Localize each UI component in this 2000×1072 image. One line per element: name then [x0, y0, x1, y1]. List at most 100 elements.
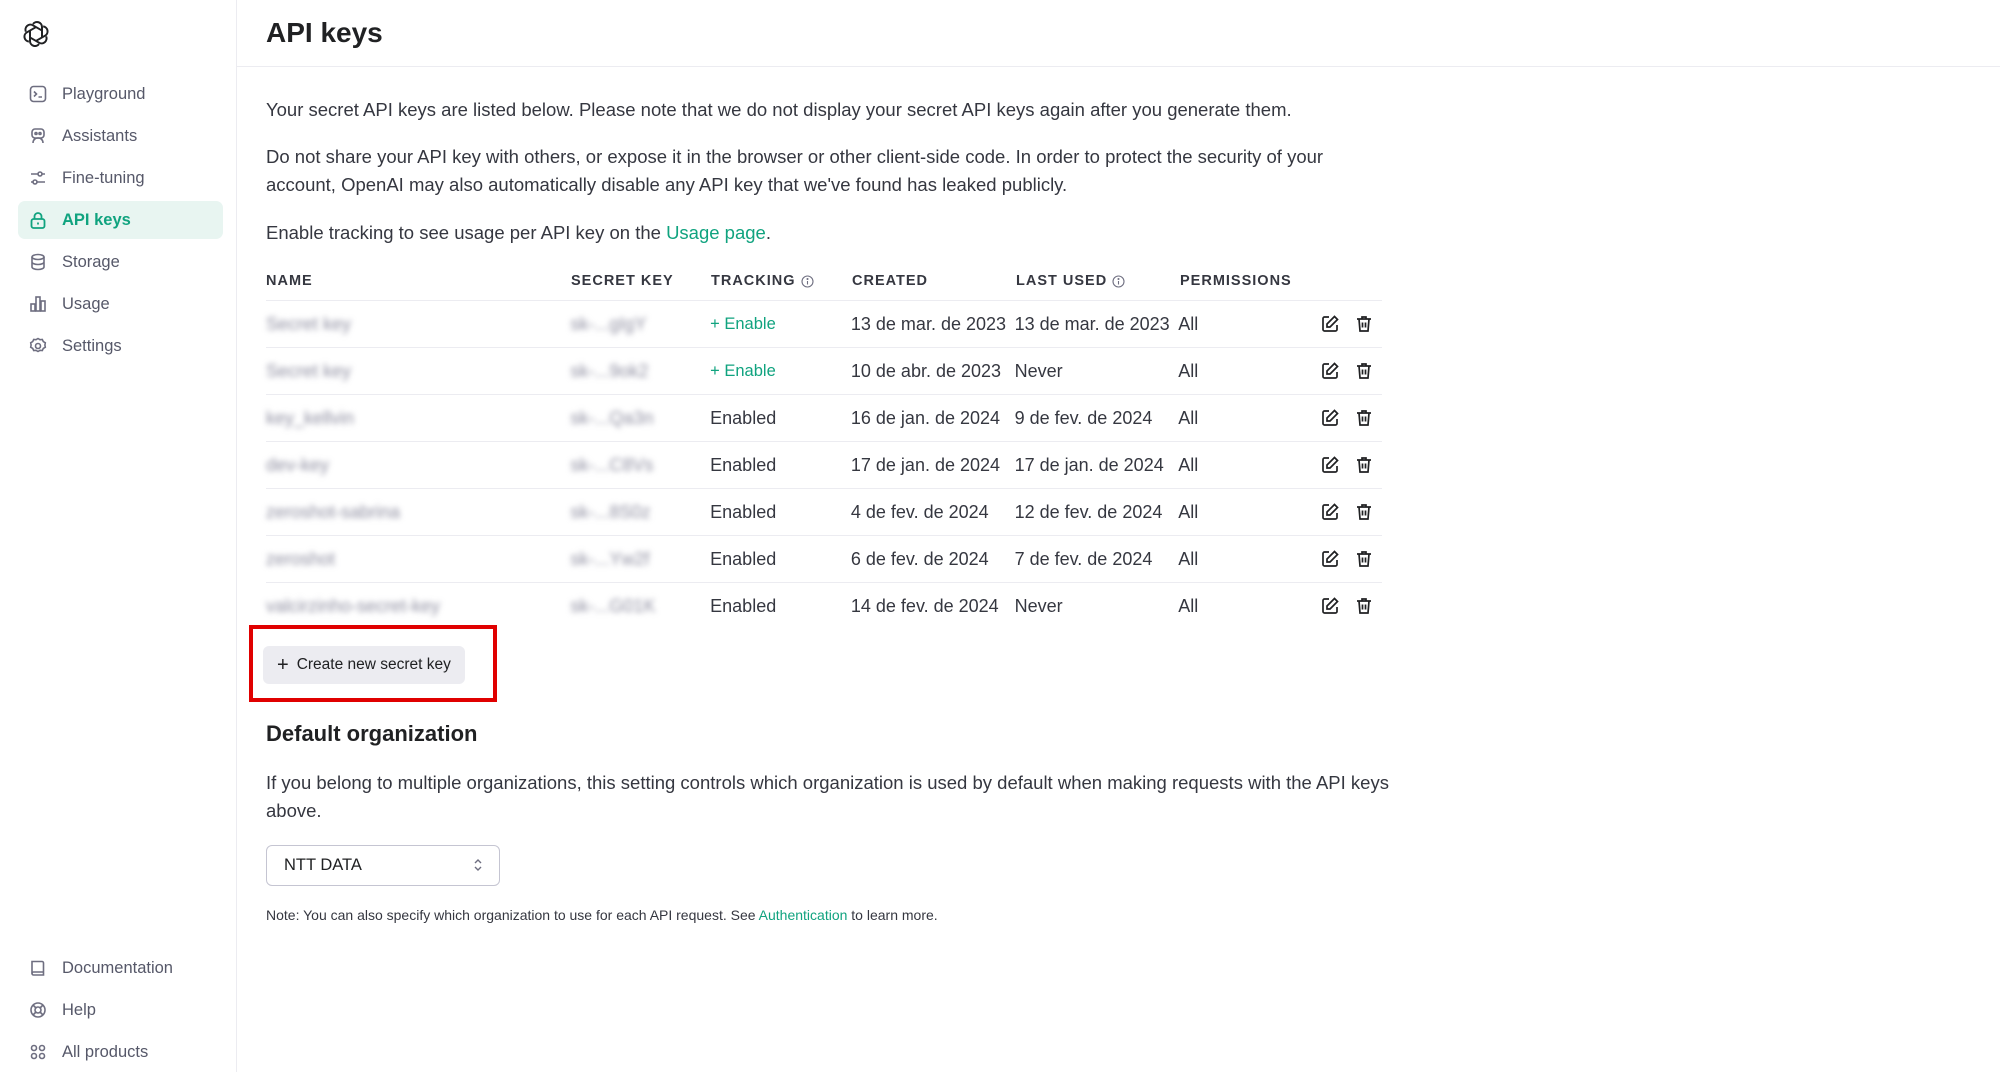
tracking-status-cell: Enabled: [710, 595, 777, 616]
row-actions: [1318, 594, 1382, 618]
secret-key-cell: sk-...Qa3n: [570, 407, 654, 428]
column-header-created: CREATED: [852, 273, 929, 289]
permissions-cell: All: [1178, 501, 1199, 522]
table-row: key_kellvin sk-...Qa3n Enabled 16 de jan. d…: [266, 394, 1382, 441]
sidebar-item-label: Documentation: [62, 958, 173, 977]
trash-icon[interactable]: [1352, 406, 1376, 430]
info-icon[interactable]: [800, 275, 814, 288]
column-header-tracking-label: TRACKING: [711, 273, 796, 289]
trash-icon[interactable]: [1352, 453, 1376, 477]
table-row: valcirzinho-secret-key sk-...G01K Enabled 1…: [266, 582, 1382, 629]
enable-tracking-link[interactable]: + Enable: [710, 315, 851, 334]
info-icon[interactable]: [1112, 275, 1125, 288]
edit-icon[interactable]: [1318, 359, 1342, 383]
create-button-label: Create new secret key: [296, 656, 451, 673]
sidebar-item-help[interactable]: Help: [18, 991, 223, 1029]
sidebar-item-label: API keys: [62, 210, 131, 229]
enable-tracking-link[interactable]: + Enable: [710, 362, 851, 381]
tracking-text-suffix: .: [765, 222, 771, 243]
permissions-cell: All: [1178, 313, 1199, 334]
highlight-box: + Create new secret key: [249, 625, 497, 702]
edit-icon[interactable]: [1318, 312, 1342, 336]
sidebar-item-all-products[interactable]: All products: [18, 1033, 223, 1071]
api-keys-table: NAME SECRET KEY TRACKING CREATED LAST US…: [266, 262, 1382, 629]
column-header-last-used: LAST USED: [1016, 273, 1180, 289]
page-title: API keys: [266, 17, 383, 48]
trash-icon[interactable]: [1352, 547, 1376, 571]
tracking-text-prefix: Enable tracking to see usage per API key…: [266, 222, 667, 243]
table-row: Secret key sk-...9ok2 + Enable 10 de abr. d…: [266, 347, 1382, 394]
permissions-cell: All: [1178, 595, 1199, 616]
playground-icon: [28, 84, 48, 104]
tracking-status-cell: Enabled: [710, 407, 777, 428]
sidebar-item-fine-tuning[interactable]: Fine-tuning: [18, 159, 223, 197]
chevron-up-down-icon: [473, 857, 483, 878]
column-header-secret-key: SECRET KEY: [571, 273, 674, 289]
table-body: Secret key sk-...gIgY + Enable 13 de mar. d…: [266, 300, 1382, 629]
default-organization-heading: Default organization: [266, 721, 478, 746]
tracking-text: Enable tracking to see usage per API key…: [266, 219, 1396, 247]
book-icon: [28, 958, 48, 978]
sidebar-nav: Playground Assistants Fine-tuning API ke…: [18, 75, 223, 369]
column-header-tracking: TRACKING: [711, 273, 852, 289]
assistants-icon: [28, 126, 48, 146]
edit-icon[interactable]: [1318, 547, 1342, 571]
trash-icon[interactable]: [1352, 359, 1376, 383]
created-cell: 6 de fev. de 2024: [850, 548, 989, 569]
lock-icon: [28, 210, 48, 230]
sidebar-item-playground[interactable]: Playground: [18, 75, 223, 113]
sidebar-item-documentation[interactable]: Documentation: [18, 949, 223, 987]
row-actions: [1318, 359, 1382, 383]
last-used-cell: 13 de mar. de 2023: [1014, 313, 1170, 334]
edit-icon[interactable]: [1318, 406, 1342, 430]
help-icon: [28, 1000, 48, 1020]
secret-key-cell: sk-...G01K: [570, 595, 656, 616]
trash-icon[interactable]: [1352, 312, 1376, 336]
column-header-name: NAME: [266, 273, 313, 289]
sidebar-item-label: Settings: [62, 336, 122, 355]
grid-icon: [28, 1042, 48, 1062]
created-cell: 16 de jan. de 2024: [850, 407, 1001, 428]
edit-icon[interactable]: [1318, 594, 1342, 618]
organization-select-value: NTT DATA: [284, 856, 362, 874]
create-new-secret-key-button[interactable]: + Create new secret key: [263, 646, 465, 684]
row-actions: [1318, 453, 1382, 477]
edit-icon[interactable]: [1318, 453, 1342, 477]
table-header: NAME SECRET KEY TRACKING CREATED LAST US…: [266, 262, 1382, 300]
sidebar-item-label: Storage: [62, 252, 120, 271]
usage-page-link[interactable]: Usage page: [666, 222, 766, 243]
created-cell: 4 de fev. de 2024: [850, 501, 989, 522]
last-used-cell: 9 de fev. de 2024: [1014, 407, 1153, 428]
key-name-cell: valcirzinho-secret-key: [266, 595, 441, 616]
permissions-cell: All: [1178, 454, 1199, 475]
sidebar-item-label: Help: [62, 1000, 96, 1019]
sidebar-item-usage[interactable]: Usage: [18, 285, 223, 323]
sidebar-item-settings[interactable]: Settings: [18, 327, 223, 365]
last-used-cell: 17 de jan. de 2024: [1014, 454, 1164, 475]
created-cell: 10 de abr. de 2023: [850, 360, 1002, 381]
column-header-last-used-label: LAST USED: [1016, 273, 1108, 289]
openai-logo-icon[interactable]: [20, 18, 52, 50]
sidebar-item-assistants[interactable]: Assistants: [18, 117, 223, 155]
sidebar-item-label: Fine-tuning: [62, 168, 145, 187]
permissions-cell: All: [1178, 548, 1199, 569]
key-name-cell: zeroshot: [266, 548, 336, 569]
warning-text: Do not share your API key with others, o…: [266, 146, 1324, 195]
sidebar-item-storage[interactable]: Storage: [18, 243, 223, 281]
edit-icon[interactable]: [1318, 500, 1342, 524]
sidebar-item-label: Playground: [62, 84, 146, 103]
sidebar-item-api-keys[interactable]: API keys: [18, 201, 223, 239]
intro-text: Your secret API keys are listed below. P…: [266, 99, 1292, 120]
authentication-link[interactable]: Authentication: [759, 907, 848, 923]
last-used-cell: Never: [1014, 360, 1063, 381]
organization-select[interactable]: NTT DATA: [266, 845, 500, 886]
key-name-cell: dev-key: [266, 454, 330, 475]
tracking-status-cell: Enabled: [710, 548, 777, 569]
tracking-status-cell: Enabled: [710, 501, 777, 522]
trash-icon[interactable]: [1352, 500, 1376, 524]
sidebar-bottom-nav: Documentation Help All products: [18, 949, 223, 1072]
sidebar-item-label: All products: [62, 1042, 149, 1061]
trash-icon[interactable]: [1352, 594, 1376, 618]
created-cell: 14 de fev. de 2024: [850, 595, 999, 616]
created-cell: 13 de mar. de 2023: [850, 313, 1007, 334]
